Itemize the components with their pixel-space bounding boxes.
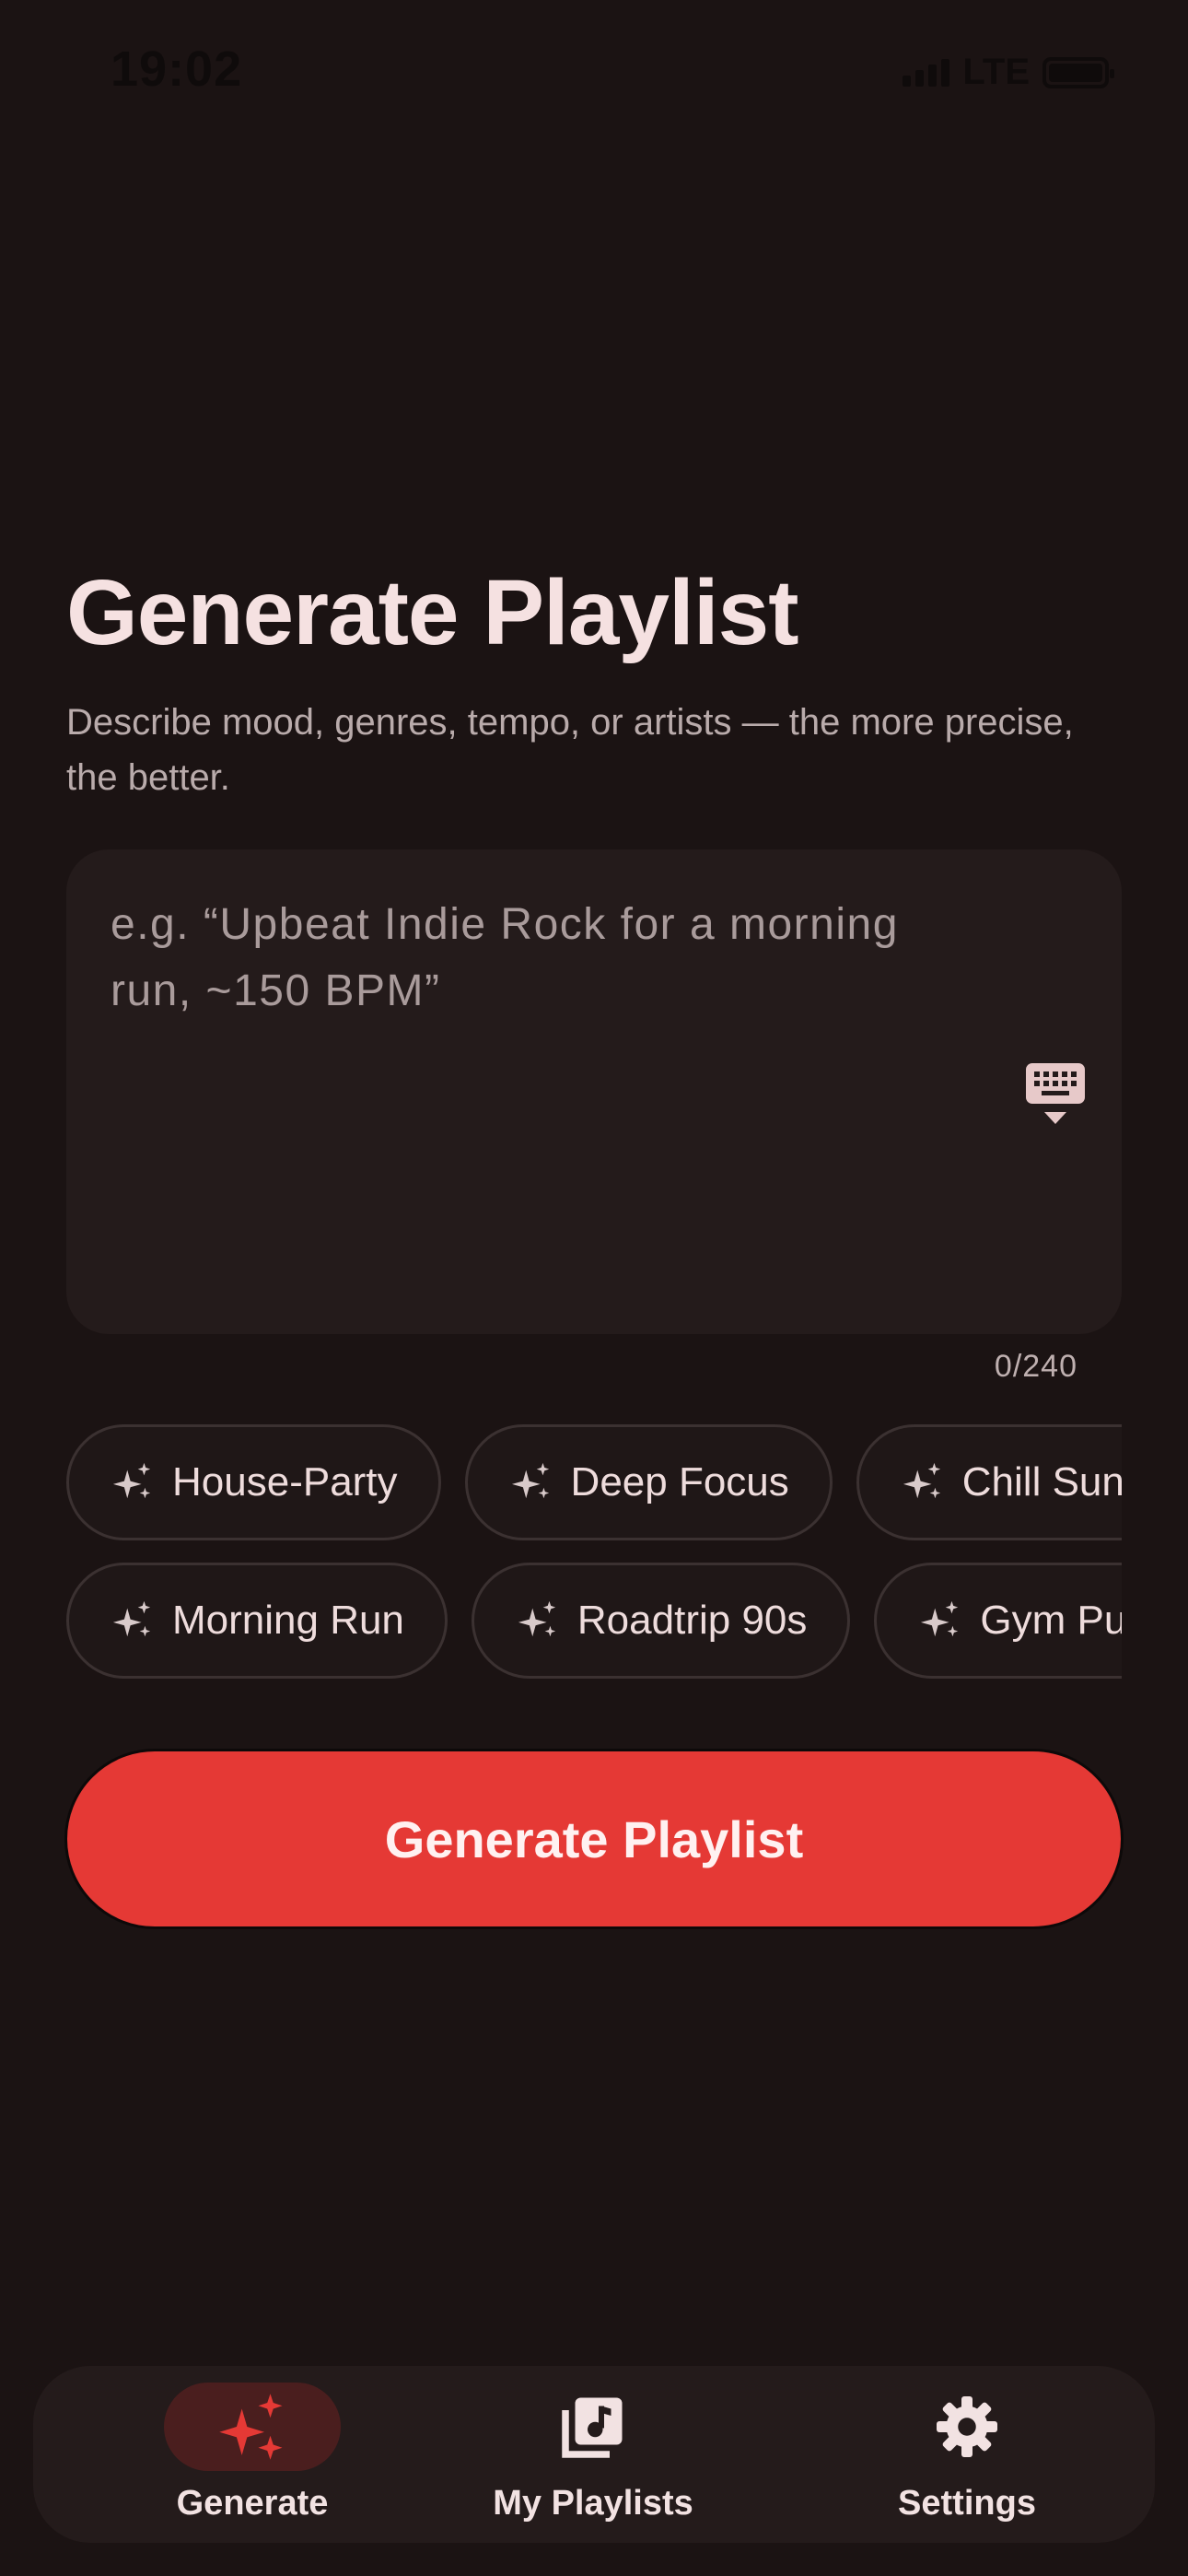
gear-icon bbox=[937, 2396, 997, 2457]
nav-label: Settings bbox=[898, 2484, 1036, 2523]
chip-roadtrip-90s[interactable]: Roadtrip 90s bbox=[471, 1563, 851, 1679]
chip-label: Morning Run bbox=[172, 1598, 404, 1643]
suggestion-row-1: House-Party Deep Focus Chill Sunday bbox=[66, 1424, 1122, 1540]
nav-item-settings[interactable]: Settings bbox=[810, 2366, 1124, 2543]
chip-label: Deep Focus bbox=[570, 1459, 789, 1505]
nav-label: Generate bbox=[176, 2484, 329, 2523]
page-subtitle: Describe mood, genres, tempo, or artists… bbox=[66, 702, 1074, 798]
network-type: LTE bbox=[962, 52, 1030, 92]
status-time: 19:02 bbox=[111, 41, 243, 97]
chip-label: House-Party bbox=[172, 1459, 398, 1505]
sparkle-icon bbox=[112, 1600, 151, 1637]
sparkle-icon bbox=[921, 1600, 959, 1637]
chip-morning-run[interactable]: Morning Run bbox=[66, 1563, 448, 1679]
signal-icon bbox=[903, 58, 950, 87]
generate-playlist-button[interactable]: Generate Playlist bbox=[64, 1749, 1124, 1929]
bottom-navigation: Generate My Playlists Settings bbox=[33, 2366, 1155, 2543]
status-indicators: LTE bbox=[903, 52, 1114, 93]
nav-item-generate[interactable]: Generate bbox=[96, 2366, 409, 2543]
chip-chill-sunday[interactable]: Chill Sunday bbox=[856, 1424, 1122, 1540]
sparkle-icon bbox=[903, 1462, 940, 1499]
music-library-icon bbox=[562, 2397, 623, 2458]
nav-item-my-playlists[interactable]: My Playlists bbox=[437, 2366, 750, 2543]
sparkles-icon bbox=[219, 2394, 283, 2460]
generate-screen: 19:02 LTE Generate Playlist Describe moo… bbox=[0, 0, 1188, 2576]
chip-label: Roadtrip 90s bbox=[577, 1598, 808, 1643]
keyboard-hide-icon[interactable] bbox=[1026, 1063, 1085, 1128]
sparkle-icon bbox=[518, 1600, 556, 1637]
chip-gym-pump[interactable]: Gym Pump bbox=[874, 1563, 1122, 1679]
nav-label: My Playlists bbox=[493, 2484, 693, 2523]
prompt-box bbox=[66, 849, 1122, 1334]
chip-label: Chill Sunday bbox=[961, 1459, 1122, 1505]
sparkle-icon bbox=[112, 1462, 151, 1499]
chip-deep-focus[interactable]: Deep Focus bbox=[464, 1424, 833, 1540]
chip-label: Gym Pump bbox=[980, 1598, 1122, 1643]
active-indicator bbox=[164, 2383, 341, 2471]
character-counter: 0/240 bbox=[994, 1349, 1077, 1384]
battery-icon bbox=[1042, 56, 1114, 88]
suggestion-row-2: Morning Run Roadtrip 90s Gym Pump bbox=[66, 1563, 1122, 1679]
chip-house-party[interactable]: House-Party bbox=[66, 1424, 441, 1540]
sparkle-icon bbox=[511, 1462, 549, 1499]
prompt-input[interactable] bbox=[111, 892, 939, 1279]
page-title: Generate Playlist bbox=[66, 561, 799, 664]
